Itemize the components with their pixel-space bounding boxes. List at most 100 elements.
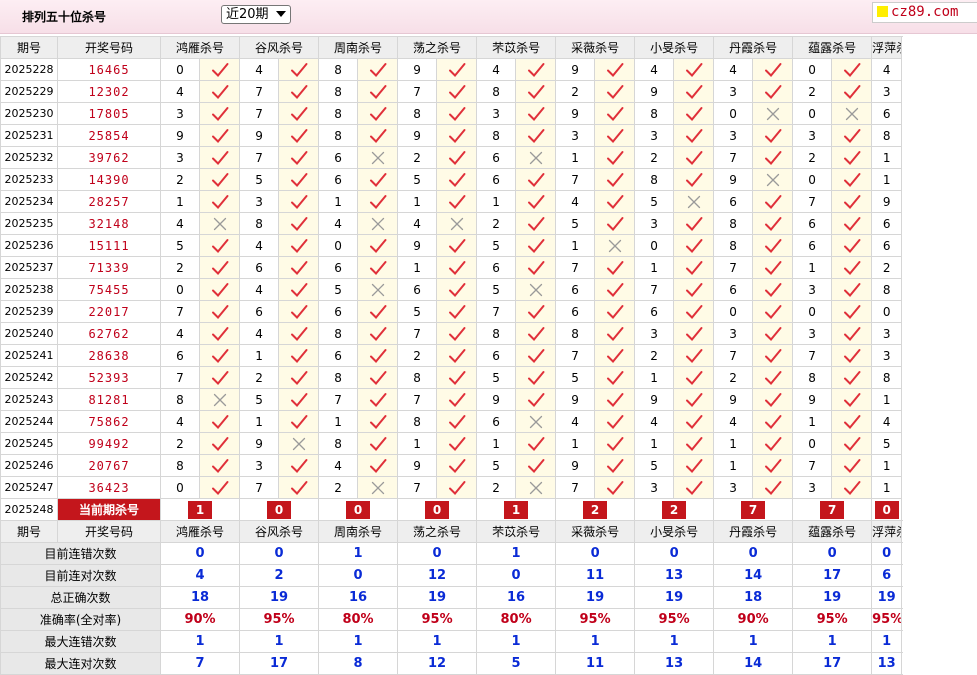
kill-number-cell: 6 xyxy=(476,410,517,433)
result-correct xyxy=(436,278,478,301)
result-correct xyxy=(594,190,636,213)
kill-number-cell: 9 xyxy=(160,124,200,147)
check-icon xyxy=(448,106,466,121)
table-row: 20252353214848442538667 xyxy=(0,212,903,235)
result-wrong xyxy=(357,476,399,499)
kill-number-cell: 7 xyxy=(555,344,596,367)
result-correct xyxy=(515,234,557,257)
header-expert: 鸿雁杀号 xyxy=(159,36,241,59)
stats-label: 准确率(全对率) xyxy=(0,608,161,631)
winning-number-cell: 71339 xyxy=(57,256,161,279)
header-expert: 蕴露杀号 xyxy=(792,520,873,543)
result-correct xyxy=(831,344,873,367)
result-correct xyxy=(198,168,241,191)
result-correct xyxy=(198,476,241,499)
header-expert: 丹霞杀号 xyxy=(713,520,794,543)
result-correct xyxy=(436,256,478,279)
site-logo[interactable]: cz89.com xyxy=(872,2,977,23)
stats-value: 13 xyxy=(871,652,903,675)
current-kill-cell: 0 xyxy=(318,498,399,521)
stats-value: 19 xyxy=(555,586,636,609)
cross-icon xyxy=(371,283,384,296)
check-icon xyxy=(527,370,545,385)
kill-number-cell: 9 xyxy=(239,432,280,455)
result-correct xyxy=(594,366,636,389)
check-icon xyxy=(448,62,466,77)
stats-value: 4 xyxy=(159,564,241,587)
kill-number-cell: 9 xyxy=(713,168,754,191)
header-expert: 浮萍杀号 xyxy=(871,36,903,59)
header-expert: 谷风杀号 xyxy=(239,36,320,59)
kill-number-cell: 8 xyxy=(792,366,833,389)
period-cell: 2025242 xyxy=(0,366,58,389)
check-icon xyxy=(606,106,624,121)
kill-number-cell: 5 xyxy=(397,168,438,191)
stats-value: 18 xyxy=(713,586,794,609)
stats-label: 目前连对次数 xyxy=(0,564,161,587)
result-correct xyxy=(278,168,320,191)
check-icon xyxy=(448,414,466,429)
kill-number-cell: 9 xyxy=(239,124,280,147)
check-icon xyxy=(843,260,861,275)
kill-number-cell: 0 xyxy=(160,278,200,301)
kill-number-cell: 6 xyxy=(871,234,903,257)
kill-number-cell: 0 xyxy=(713,102,754,125)
header-expert: 小旻杀号 xyxy=(634,36,715,59)
kill-number-cell: 7 xyxy=(397,322,438,345)
logo-text: cz89.com xyxy=(891,4,959,20)
check-icon xyxy=(369,128,387,143)
check-icon xyxy=(290,414,308,429)
header-winning-number: 开奖号码 xyxy=(57,36,161,59)
check-icon xyxy=(764,128,782,143)
stats-value: 90% xyxy=(159,608,241,631)
check-icon xyxy=(685,392,703,407)
result-correct xyxy=(278,388,320,411)
winning-number-cell: 36423 xyxy=(57,476,161,499)
result-correct xyxy=(515,58,557,81)
kill-number-cell: 2 xyxy=(871,256,903,279)
current-kill-number: 2 xyxy=(662,500,687,519)
kill-number-cell: 6 xyxy=(871,102,903,125)
kill-number-cell: 5 xyxy=(555,212,596,235)
stats-label: 最大连对次数 xyxy=(0,652,161,675)
stats-value: 0 xyxy=(634,542,715,565)
result-correct xyxy=(357,344,399,367)
kill-number-cell: 8 xyxy=(555,322,596,345)
result-correct xyxy=(673,102,715,125)
check-icon xyxy=(290,458,308,473)
check-icon xyxy=(527,106,545,121)
cross-icon xyxy=(371,151,384,164)
result-correct xyxy=(278,278,320,301)
kill-number-cell: 6 xyxy=(239,300,280,323)
kill-number-cell: 2 xyxy=(160,168,200,191)
current-kill-cell: 1 xyxy=(159,498,241,521)
check-icon xyxy=(685,326,703,341)
result-correct xyxy=(198,278,241,301)
stats-value: 6 xyxy=(871,564,903,587)
stats-value: 1 xyxy=(318,542,399,565)
check-icon xyxy=(606,370,624,385)
check-icon xyxy=(606,304,624,319)
kill-number-cell: 1 xyxy=(634,256,675,279)
winning-number-cell: 75862 xyxy=(57,410,161,433)
period-cell: 2025229 xyxy=(0,80,58,103)
period-select[interactable]: 近20期 xyxy=(221,5,291,24)
kill-number-cell: 4 xyxy=(239,58,280,81)
kill-number-cell: 4 xyxy=(634,410,675,433)
cross-icon xyxy=(213,393,226,406)
current-kill-number: 7 xyxy=(820,500,845,519)
kill-number-cell: 5 xyxy=(476,278,517,301)
kill-number-cell: 5 xyxy=(634,454,675,477)
kill-number-cell: 4 xyxy=(239,322,280,345)
stats-value: 1 xyxy=(318,630,399,653)
kill-number-cell: 6 xyxy=(792,234,833,257)
result-correct xyxy=(673,234,715,257)
result-correct xyxy=(278,256,320,279)
result-correct xyxy=(831,278,873,301)
kill-number-cell: 8 xyxy=(160,454,200,477)
check-icon xyxy=(764,414,782,429)
result-correct xyxy=(752,80,794,103)
stats-value: 80% xyxy=(476,608,557,631)
cross-icon xyxy=(687,195,700,208)
kill-number-cell: 7 xyxy=(476,300,517,323)
